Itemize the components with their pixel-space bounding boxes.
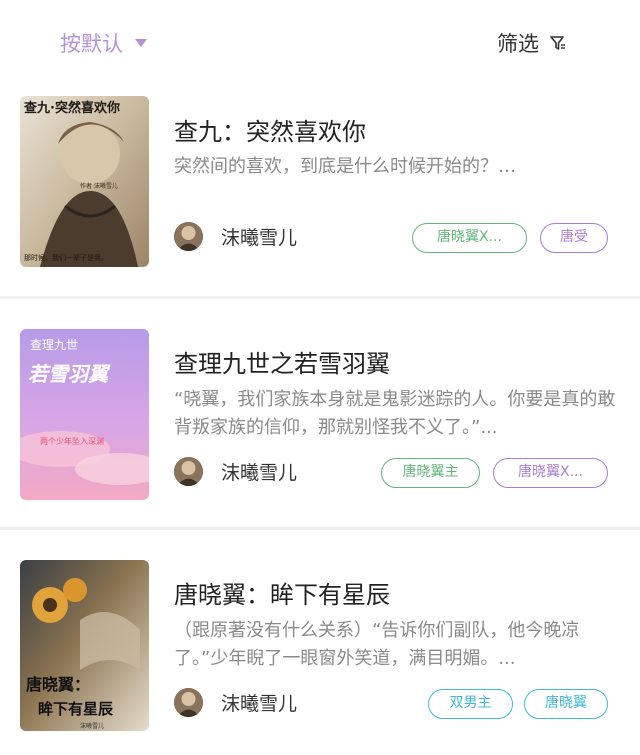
- tag-chip[interactable]: 唐晓翼X...: [412, 223, 527, 253]
- book-description: （跟原著没有什么关系）“告诉你们副队，他今晚凉了。”少年睨了一眼窗外笑道，满目明…: [174, 620, 580, 669]
- tag-chip[interactable]: 唐受: [540, 223, 608, 253]
- cover-caption: 沫曦雪儿: [80, 722, 104, 730]
- tag-chip[interactable]: 唐晓翼X...: [493, 458, 608, 488]
- book-title[interactable]: 唐晓翼：眸下有星辰: [174, 575, 390, 610]
- book-cover: 查九·突然喜欢你 作者 沫曦雪儿 那时候、我们一辈子是我。: [20, 96, 149, 267]
- book-card[interactable]: 查理九世 若雪羽翼 两个少年坠入深渊 查理九世之若雪羽翼 “晓翼，我们家族本身就…: [0, 300, 640, 530]
- cover-title: 查九·突然喜欢你: [23, 100, 120, 116]
- book-title[interactable]: 查九：突然喜欢你: [174, 112, 366, 147]
- book-title[interactable]: 查理九世之若雪羽翼: [174, 344, 390, 379]
- book-card[interactable]: 唐晓翼： 眸下有星辰 沫曦雪儿 唐晓翼：眸下有星辰 （跟原著没有什么关系）“告诉…: [0, 530, 640, 755]
- book-description: 突然间的喜欢，到底是什么时候开始的？…: [174, 156, 516, 177]
- cover-title: 查理九世: [30, 338, 78, 352]
- book-description: “晓翼，我们家族本身就是鬼影迷踪的人。你要是真的敢背叛家族的信仰，那就别怪我不义…: [174, 389, 616, 438]
- cover-author: 作者 沫曦雪儿: [80, 182, 118, 190]
- tag-chip[interactable]: 唐晓翼主: [381, 458, 480, 488]
- book-cover: 唐晓翼： 眸下有星辰 沫曦雪儿: [20, 560, 149, 731]
- author-name: 沫曦雪儿: [221, 227, 298, 249]
- book-author[interactable]: 沫曦雪儿: [174, 688, 297, 717]
- cover-caption: 两个少年坠入深渊: [40, 436, 104, 446]
- book-author[interactable]: 沫曦雪儿: [174, 222, 297, 251]
- avatar: [174, 222, 203, 251]
- cover-caption: 那时候、我们一辈子是我。: [24, 253, 108, 262]
- avatar: [174, 688, 203, 717]
- avatar: [174, 457, 203, 486]
- author-name: 沫曦雪儿: [221, 462, 298, 484]
- book-card[interactable]: 查九·突然喜欢你 作者 沫曦雪儿 那时候、我们一辈子是我。 查九：突然喜欢你 突…: [0, 0, 640, 300]
- cover-subtitle: 若雪羽翼: [28, 362, 111, 386]
- tag-chip[interactable]: 唐晓翼: [524, 689, 608, 719]
- tag-chip[interactable]: 双男主: [428, 689, 513, 719]
- cover-title: 唐晓翼：: [26, 675, 90, 694]
- cover-subtitle: 眸下有星辰: [38, 700, 114, 718]
- divider: [0, 296, 640, 299]
- book-author[interactable]: 沫曦雪儿: [174, 457, 297, 486]
- book-cover: 查理九世 若雪羽翼 两个少年坠入深渊: [20, 329, 149, 500]
- author-name: 沫曦雪儿: [221, 693, 298, 715]
